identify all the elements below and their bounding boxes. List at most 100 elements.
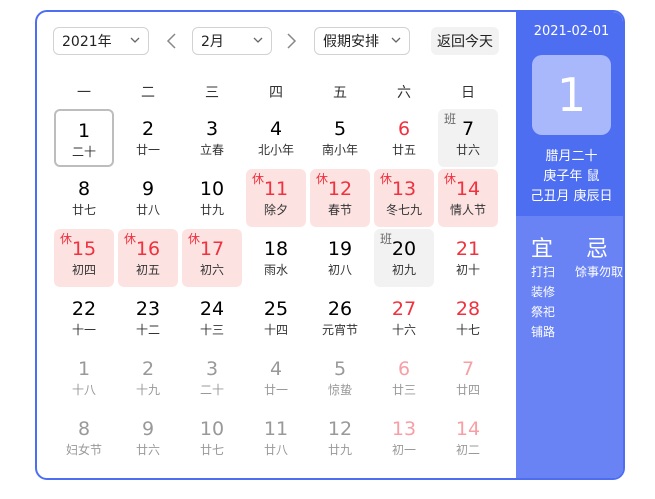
weekday-label: 六 [397,85,411,101]
day-cell[interactable]: 3 立春 [182,109,242,167]
day-number: 10 [199,178,225,200]
ganzhi-month-day: 己丑月 庚辰日 [530,189,613,204]
lunar-label: 十九 [135,383,160,397]
day-number: 10 [199,418,225,440]
lunar-label: 二十 [71,145,96,159]
day-cell[interactable]: 27 十六 [374,289,434,347]
year-select[interactable]: 2021年 [53,27,149,55]
day-cell[interactable]: 12 廿九 [310,409,370,467]
holiday-select[interactable]: 假期安排 [314,27,410,55]
day-number: 12 [327,178,353,200]
day-cell[interactable]: 10 廿七 [182,409,242,467]
day-number: 27 [391,298,417,320]
lunar-label: 初四 [71,263,96,277]
day-number: 25 [263,298,289,320]
day-cell[interactable]: 25 十四 [246,289,306,347]
day-cell[interactable]: 7 廿四 [438,349,498,407]
day-cell[interactable]: 11 廿八 [246,409,306,467]
yi-list: 打扫 装修 祭祀 铺路 [531,262,555,342]
day-cell[interactable]: 6 廿三 [374,349,434,407]
day-cell[interactable]: 4 北小年 [246,109,306,167]
lunar-label: 廿四 [455,383,480,397]
lunar-label: 初六 [199,263,224,277]
day-cell[interactable]: 3 二十 [182,349,242,407]
day-cell[interactable]: 1 十八 [54,349,114,407]
day-cell[interactable]: 5 南小年 [310,109,370,167]
lunar-label: 十四 [263,323,288,337]
lunar-label: 元宵节 [321,323,358,337]
day-cell[interactable]: 28 十七 [438,289,498,347]
back-to-today-button[interactable]: 返回今天 [431,27,499,55]
lunar-label: 廿八 [135,203,160,217]
day-number: 13 [391,178,417,200]
day-cell[interactable]: 22 十一 [54,289,114,347]
day-number: 1 [77,120,91,142]
calendar-grid-area: 2021年 2月 假期安排 返回今天 一 二 三 四 五 六 日 1 二十 2 廿一 3 立春 4 北小年… [37,12,516,478]
day-cell[interactable]: 8 廿七 [54,169,114,227]
day-number: 5 [333,118,347,140]
day-cell[interactable]: 休 14 情人节 [438,169,498,227]
ji-heading: 忌 [586,237,609,262]
day-number: 7 [461,358,475,380]
lunar-label: 春节 [327,203,352,217]
day-number: 18 [263,238,289,260]
next-month-icon[interactable] [284,32,298,50]
ganzhi-year: 庚子年 鼠 [543,169,600,184]
day-number: 19 [327,238,353,260]
yi-item: 祭祀 [531,305,556,319]
day-number: 24 [199,298,225,320]
calendar-widget: 2021年 2月 假期安排 返回今天 一 二 三 四 五 六 日 1 二十 2 廿一 3 立春 4 北小年… [35,10,625,480]
day-cell[interactable]: 班 7 廿六 [438,109,498,167]
day-number: 11 [263,418,289,440]
selected-day-number: 1 [532,55,611,135]
holiday-select-value: 假期安排 [323,34,379,50]
day-cell[interactable]: 班 20 初九 [374,229,434,287]
ji-item: 馀事勿取 [575,265,624,279]
day-cell[interactable]: 21 初十 [438,229,498,287]
day-cell[interactable]: 休 16 初五 [118,229,178,287]
day-cell[interactable]: 休 12 春节 [310,169,370,227]
day-cell[interactable]: 休 17 初六 [182,229,242,287]
day-number: 28 [455,298,481,320]
lunar-label: 十三 [199,323,224,337]
day-number: 22 [71,298,97,320]
lunar-label: 立春 [199,143,224,157]
lunar-label: 廿五 [391,143,416,157]
day-cell[interactable]: 14 初二 [438,409,498,467]
day-cell[interactable]: 休 11 除夕 [246,169,306,227]
prev-month-icon[interactable] [165,32,179,50]
month-select-value: 2月 [201,34,224,50]
lunar-label: 雨水 [263,263,288,277]
lunar-label: 除夕 [263,203,288,217]
lunar-date: 腊月二十 [545,149,598,164]
chevron-down-icon [391,37,401,43]
day-cell[interactable]: 休 15 初四 [54,229,114,287]
day-cell[interactable]: 19 初八 [310,229,370,287]
day-cell[interactable]: 23 十二 [118,289,178,347]
lunar-label: 十六 [391,323,416,337]
lunar-label: 廿三 [391,383,416,397]
day-cell[interactable]: 2 廿一 [118,109,178,167]
day-cell[interactable]: 18 雨水 [246,229,306,287]
day-cell[interactable]: 5 惊蛰 [310,349,370,407]
day-cell[interactable]: 9 廿六 [118,409,178,467]
day-cell[interactable]: 6 廿五 [374,109,434,167]
day-cell[interactable]: 24 十三 [182,289,242,347]
day-cell[interactable]: 9 廿八 [118,169,178,227]
day-cell[interactable]: 8 妇女节 [54,409,114,467]
day-cell[interactable]: 10 廿九 [182,169,242,227]
selected-date: 2021-02-01 [533,24,610,39]
day-cell[interactable]: 13 初一 [374,409,434,467]
day-number: 6 [397,358,411,380]
day-number: 2 [141,118,155,140]
lunar-label: 廿九 [199,203,224,217]
day-cell[interactable]: 休 13 冬七九 [374,169,434,227]
day-cell[interactable]: 2 十九 [118,349,178,407]
day-cell[interactable]: 26 元宵节 [310,289,370,347]
lunar-label: 廿六 [135,443,160,457]
weekday-label: 二 [141,85,155,101]
day-cell-today[interactable]: 1 二十 [54,109,114,167]
month-select[interactable]: 2月 [192,27,272,55]
day-cell[interactable]: 4 廿一 [246,349,306,407]
chevron-down-icon [130,37,140,43]
